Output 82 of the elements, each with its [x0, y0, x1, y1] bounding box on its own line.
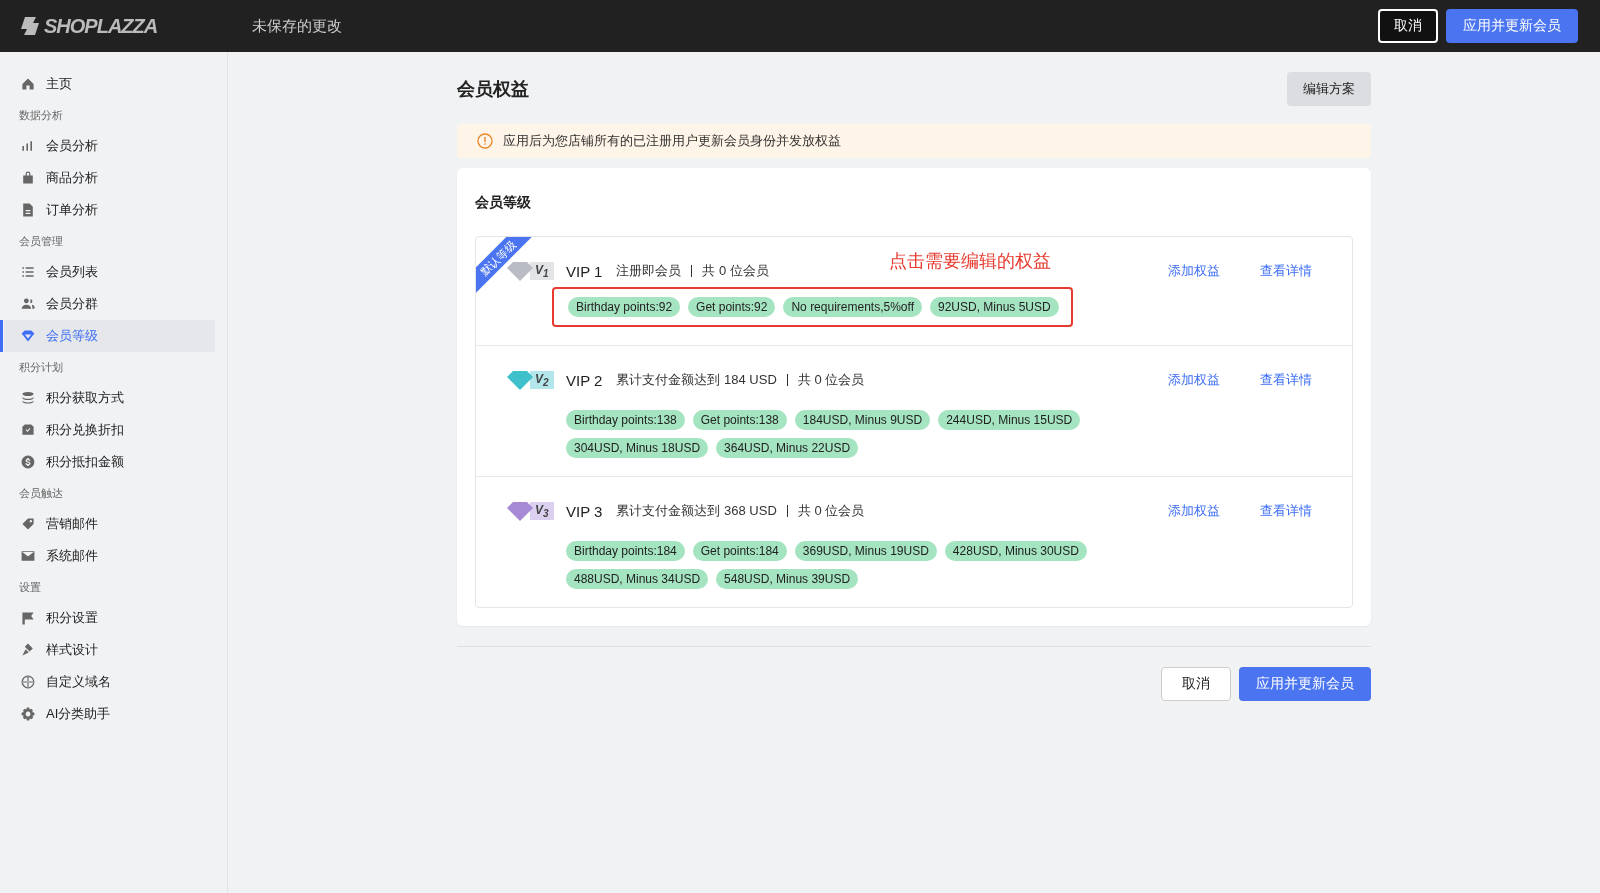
mail-icon [20, 548, 36, 564]
box-icon [20, 422, 36, 438]
level-badge: V$_{2}$ [530, 370, 554, 390]
page-title: 会员权益 [457, 78, 529, 101]
sidebar-item[interactable]: 营销邮件 [4, 508, 215, 540]
sidebar-item[interactable]: 会员列表 [4, 256, 215, 288]
dollar-icon [20, 454, 36, 470]
member-count: 共 0 位会员 [797, 371, 865, 389]
tier-name: VIP 2 [566, 371, 603, 389]
tag-icon [20, 516, 36, 532]
warning-icon [477, 133, 493, 149]
globe-icon [20, 674, 36, 690]
unsaved-status: 未保存的更改 [252, 16, 342, 36]
benefit-tag[interactable]: 428USD, Minus 30USD [944, 541, 1087, 561]
settings-icon [20, 706, 36, 722]
benefit-tag[interactable]: 364USD, Minus 22USD [716, 438, 859, 458]
add-benefit-link[interactable]: 添加权益 [1168, 262, 1220, 280]
diamond-icon [20, 328, 36, 344]
brush-icon [20, 642, 36, 658]
apply-button[interactable]: 应用并更新会员 [1446, 9, 1578, 43]
benefit-tag[interactable]: 244USD, Minus 15USD [938, 410, 1081, 430]
benefit-tag[interactable]: Get points:92 [688, 297, 776, 317]
sidebar-item[interactable]: 样式设计 [4, 634, 215, 666]
edit-plan-button[interactable]: 编辑方案 [1287, 72, 1371, 106]
member-count: 共 0 位会员 [797, 502, 865, 520]
tier-condition: 累计支付金额达到 184 USD [616, 371, 777, 389]
sidebar-group-label: 会员触达 [18, 486, 64, 501]
apply-button[interactable]: 应用并更新会员 [1239, 667, 1371, 701]
benefit-tag[interactable]: Get points:138 [692, 410, 787, 430]
tier-condition: 注册即会员 [616, 262, 682, 280]
benefit-tag[interactable]: 548USD, Minus 39USD [716, 569, 859, 589]
benefit-tag[interactable]: Birthday points:138 [566, 410, 685, 430]
annotation-text: 点击需要编辑的权益 [889, 250, 1051, 273]
sidebar-item[interactable]: 商品分析 [4, 162, 215, 194]
sidebar-group-label: 数据分析 [18, 108, 64, 123]
benefit-tag[interactable]: Birthday points:92 [568, 297, 681, 317]
benefit-tag[interactable]: 488USD, Minus 34USD [566, 569, 709, 589]
benefit-tag[interactable]: 92USD, Minus 5USD [929, 297, 1059, 317]
sidebar-group-label: 设置 [18, 580, 42, 595]
sidebar-item[interactable]: 积分抵扣金额 [4, 446, 215, 478]
sidebar-group-label: 积分计划 [18, 360, 64, 375]
sidebar-item[interactable]: 积分设置 [4, 602, 215, 634]
tier-name: VIP 3 [566, 502, 603, 520]
add-benefit-link[interactable]: 添加权益 [1168, 371, 1220, 389]
benefit-tag[interactable]: Birthday points:184 [566, 541, 685, 561]
cancel-button[interactable]: 取消 [1378, 9, 1438, 43]
bag-icon [20, 170, 36, 186]
add-benefit-link[interactable]: 添加权益 [1168, 502, 1220, 520]
logo: SHOPLAZZA [44, 14, 158, 38]
tier-condition: 累计支付金额达到 368 USD [616, 502, 777, 520]
benefit-tag[interactable]: Get points:184 [692, 541, 787, 561]
benefit-tag[interactable]: 184USD, Minus 9USD [794, 410, 931, 430]
benefit-tag[interactable]: 304USD, Minus 18USD [566, 438, 709, 458]
sidebar-item[interactable]: 会员分群 [4, 288, 215, 320]
sidebar-item[interactable]: AI分类助手 [4, 698, 215, 730]
sidebar-item[interactable]: 积分获取方式 [4, 382, 215, 414]
sidebar-item[interactable]: 自定义域名 [4, 666, 215, 698]
sidebar-item[interactable]: 系统邮件 [4, 540, 215, 572]
home-icon [20, 76, 36, 92]
view-details-link[interactable]: 查看详情 [1260, 262, 1312, 280]
benefit-tag[interactable]: 369USD, Minus 19USD [794, 541, 937, 561]
sidebar-item[interactable]: 会员分析 [4, 130, 215, 162]
benefit-tag[interactable]: No requirements,5%off [783, 297, 922, 317]
flag-icon [20, 610, 36, 626]
coins-icon [20, 390, 36, 406]
alert-text: 应用后为您店铺所有的已注册用户更新会员身份并发放权益 [503, 132, 841, 150]
tier-name: VIP 1 [566, 262, 603, 280]
card-title: 会员等级 [475, 194, 532, 212]
cancel-button[interactable]: 取消 [1161, 667, 1231, 701]
sidebar-item[interactable]: 订单分析 [4, 194, 215, 226]
level-badge: V$_{3}$ [530, 501, 554, 521]
users-icon [20, 296, 36, 312]
view-details-link[interactable]: 查看详情 [1260, 502, 1312, 520]
sidebar-group-label: 会员管理 [18, 234, 64, 249]
member-count: 共 0 位会员 [702, 262, 769, 280]
sidebar-item[interactable]: 主页 [4, 68, 215, 100]
list-icon [20, 264, 36, 280]
logo-icon [20, 16, 40, 36]
level-badge: V$_{1}$ [530, 261, 554, 281]
doc-icon [20, 202, 36, 218]
view-details-link[interactable]: 查看详情 [1260, 371, 1312, 389]
sidebar-item[interactable]: 积分兑换折扣 [4, 414, 215, 446]
